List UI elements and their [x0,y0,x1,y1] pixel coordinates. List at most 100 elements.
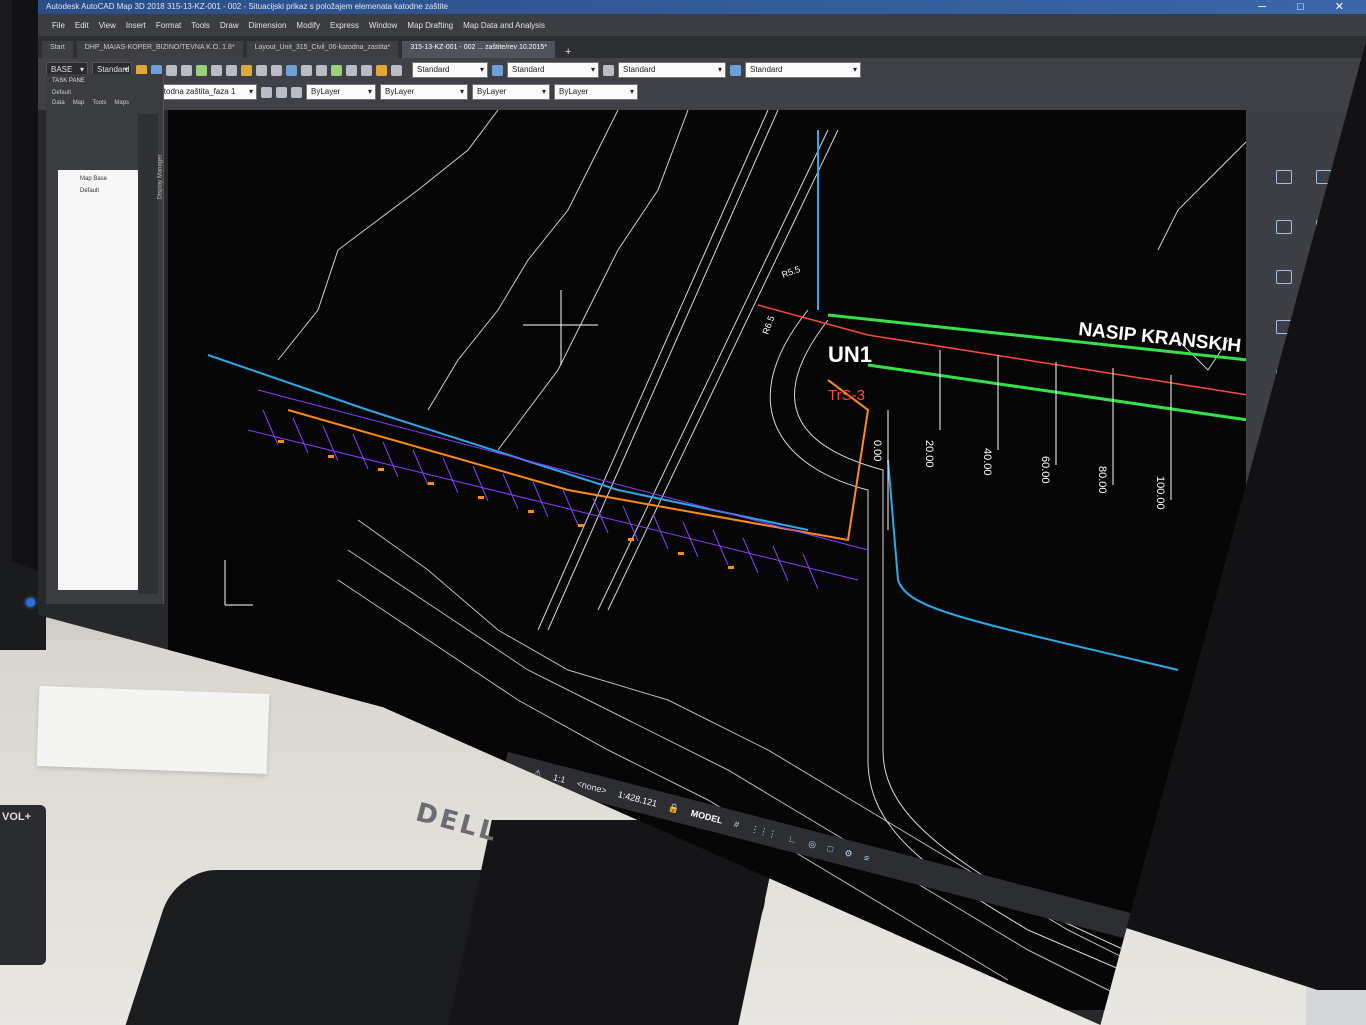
line-tool-icon[interactable] [1276,170,1292,184]
multileader-style-icon[interactable] [730,64,741,76]
label-radius-2: R6.5 [760,314,776,335]
tp-tab-maps[interactable]: Maps [114,100,129,106]
model-space-button[interactable]: MODEL [690,808,724,826]
chainage-label-20: 20.00 [923,440,935,468]
cut-icon[interactable] [211,64,222,76]
road-edge [537,110,769,631]
lineweight-combo[interactable]: ByLayer [472,84,550,100]
redo-icon[interactable] [271,64,282,76]
text-style-combo[interactable]: Standard [412,62,488,78]
contour-line [277,110,499,361]
contour-line [427,110,619,411]
design-center-icon[interactable] [331,64,342,76]
pipeline-orange [287,379,870,542]
task-pane-tabs: Data Map Tools Maps [46,98,163,108]
workspace-gear-icon[interactable]: ⚙ [843,847,853,860]
anode-bed [247,389,869,590]
menu-window[interactable]: Window [369,21,397,30]
plotstyle-combo[interactable]: ByLayer [554,84,638,100]
menu-modify[interactable]: Modify [296,21,320,30]
layer-combo[interactable]: Katodna zaštita_faza 1 [149,84,257,100]
table-style-combo[interactable]: Standard [618,62,726,78]
polar-icon[interactable]: ◎ [807,838,817,851]
zoom-icon[interactable] [301,64,312,76]
map-explorer-combo[interactable]: Default [46,88,163,98]
chainage-label-0: 0.00 [871,440,883,461]
copy-icon[interactable] [226,64,237,76]
anode-markers [278,440,734,569]
menu-draw[interactable]: Draw [220,21,239,30]
map-scale[interactable]: 1:428.121 [617,789,658,809]
tp-tab-map[interactable]: Map [73,100,85,106]
color-combo[interactable]: ByLayer [306,84,376,100]
save-icon[interactable] [166,64,177,76]
toolbar-row-1: BASE Standard Standard [46,60,861,80]
pan-icon[interactable] [286,64,297,76]
menu-map-drafting[interactable]: Map Drafting [407,21,453,30]
polyline-tool-icon[interactable] [1276,220,1292,234]
power-led-icon [26,598,35,607]
tp-tab-tools[interactable]: Tools [92,100,106,106]
menu-format[interactable]: Format [156,21,181,30]
lock-icon[interactable]: 🔒 [667,802,680,815]
task-pane: TASK PANE Default Data Map Tools Maps Ma… [46,74,164,604]
dim-style-icon[interactable] [492,64,503,76]
tab-drawing-2[interactable]: Layout_Unit_315_Civil_06-katodna_zastita… [246,41,399,58]
table-style-icon[interactable] [603,64,614,76]
document-tabs: Start DHP_MAIAS-KOPER_BIZINO/TEVNA K.O. … [38,36,1366,58]
tab-start[interactable]: Start [42,41,73,58]
tab-drawing-active[interactable]: 315-13-KZ-001 - 002 ... zaštite/rev 10.2… [402,41,555,58]
new-tab-plus-icon[interactable]: + [559,46,577,58]
menu-map-data-analysis[interactable]: Map Data and Analysis [463,21,545,30]
dim-style-combo[interactable]: Standard [507,62,599,78]
label-radius-1: R5.5 [780,264,801,280]
grid-icon[interactable]: # [733,819,740,830]
keyboard-key-label: VOL+ [2,811,32,823]
print-icon[interactable] [181,64,192,76]
menu-dimension[interactable]: Dimension [249,21,287,30]
menu-file[interactable]: File [52,21,65,30]
osnap-icon[interactable]: □ [826,843,834,854]
window-controls-icon[interactable]: ─ □ ✕ [1258,0,1358,14]
tab-drawing-1[interactable]: DHP_MAIAS-KOPER_BIZINO/TEVNA K.O. 1.8* [76,41,243,58]
undo-icon[interactable] [256,64,267,76]
snap-icon[interactable]: ⋮⋮⋮ [749,823,778,840]
multileader-style-combo[interactable]: Standard [745,62,861,78]
ucs-icon [224,560,253,606]
pipeline-green [867,363,1249,422]
cyan-boundary [887,459,1179,671]
markup-icon[interactable] [376,64,387,76]
annotation-scale-none[interactable]: <none> [576,778,608,795]
linetype-combo[interactable]: ByLayer [380,84,468,100]
tp-tab-data[interactable]: Data [52,100,65,106]
tool-palette-icon[interactable] [346,64,357,76]
menu-view[interactable]: View [99,21,116,30]
photo-scene: VOL+ DELL Autodesk AutoCAD Map 3D 2018 3… [0,0,1366,1025]
label-unit: UN1 [828,342,872,367]
crosshair-cursor [523,290,598,365]
toolbar: BASE Standard Standard [38,58,1366,110]
customize-icon[interactable]: ≡ [863,853,871,864]
menu-bar: File Edit View Insert Format Tools Draw … [38,14,1366,36]
layer-previous-icon[interactable] [261,86,272,98]
layer-match-icon[interactable] [276,86,287,98]
circle-tool-icon[interactable] [1276,270,1292,284]
layer-isolate-icon[interactable] [291,86,302,98]
menu-insert[interactable]: Insert [126,21,146,30]
help-icon[interactable] [391,64,402,76]
ortho-icon[interactable]: ∟ [787,833,798,845]
preview-icon[interactable] [196,64,207,76]
menu-edit[interactable]: Edit [75,21,89,30]
keyboard: VOL+ [0,805,46,965]
chainage-label-80: 80.00 [1096,466,1108,494]
chainage-label-40: 40.00 [981,448,993,476]
properties-icon[interactable] [316,64,327,76]
label-station: TrS-3 [828,387,865,404]
menu-tools[interactable]: Tools [191,21,210,30]
contour-line [1157,139,1249,251]
paste-icon[interactable] [241,64,252,76]
calculator-icon[interactable] [361,64,372,76]
menu-express[interactable]: Express [330,21,359,30]
display-manager-label[interactable]: Display Manager [158,154,164,199]
task-pane-side-strip: Display Manager [138,114,164,594]
